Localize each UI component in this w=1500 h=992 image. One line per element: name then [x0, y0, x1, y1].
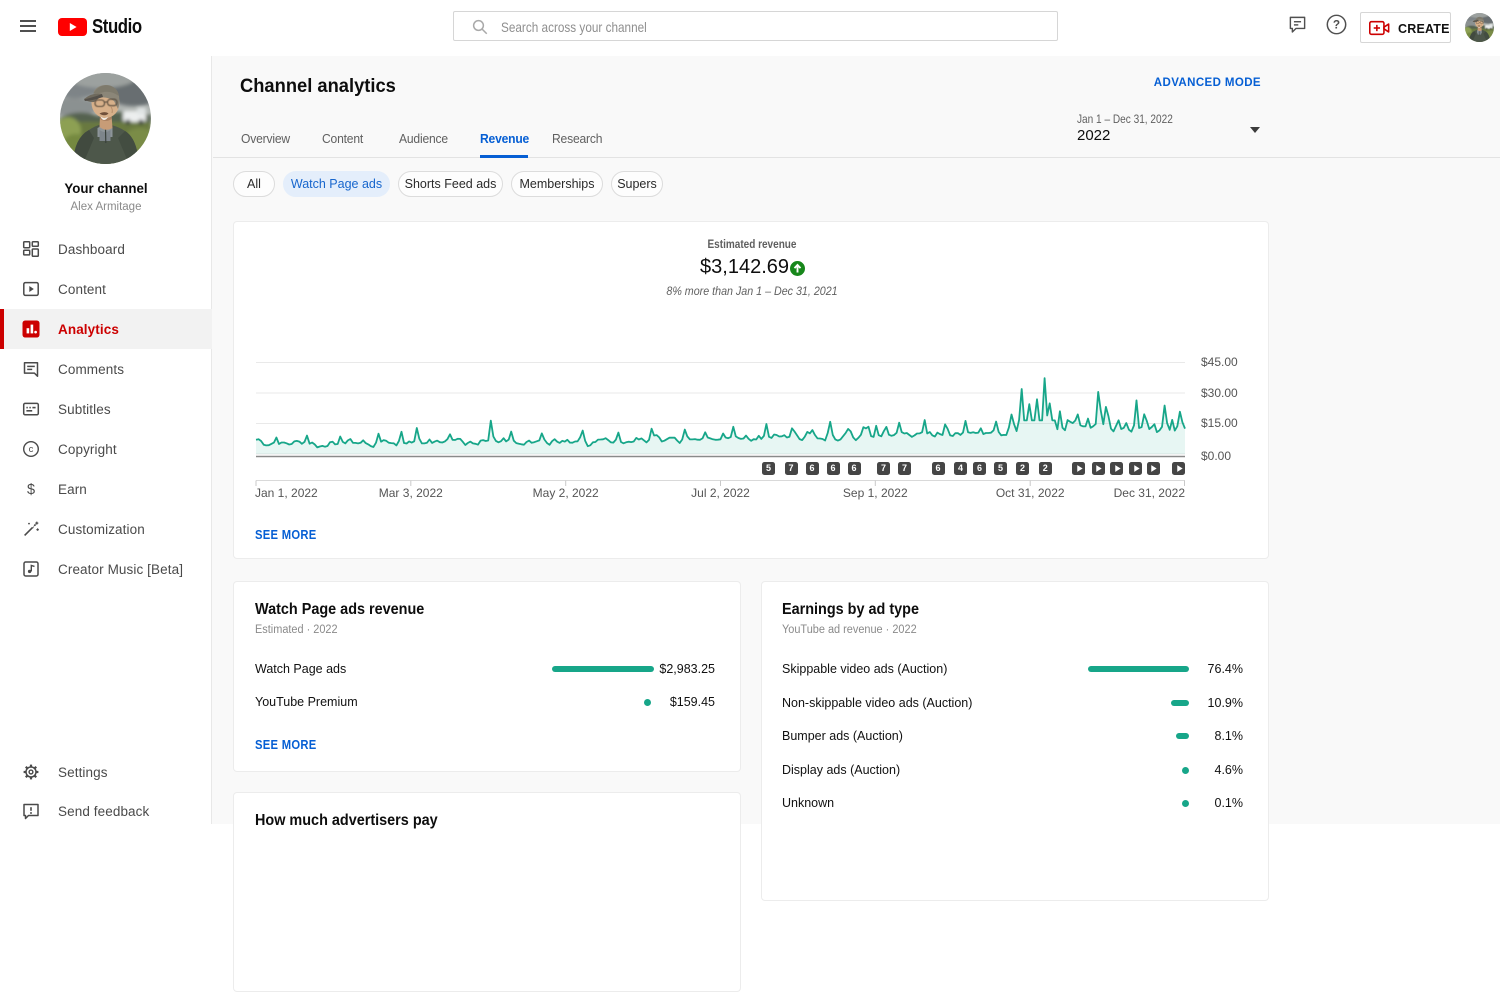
svg-text:$: $	[27, 482, 35, 498]
svg-text:?: ?	[1333, 18, 1340, 32]
svg-text:c: c	[29, 444, 34, 455]
